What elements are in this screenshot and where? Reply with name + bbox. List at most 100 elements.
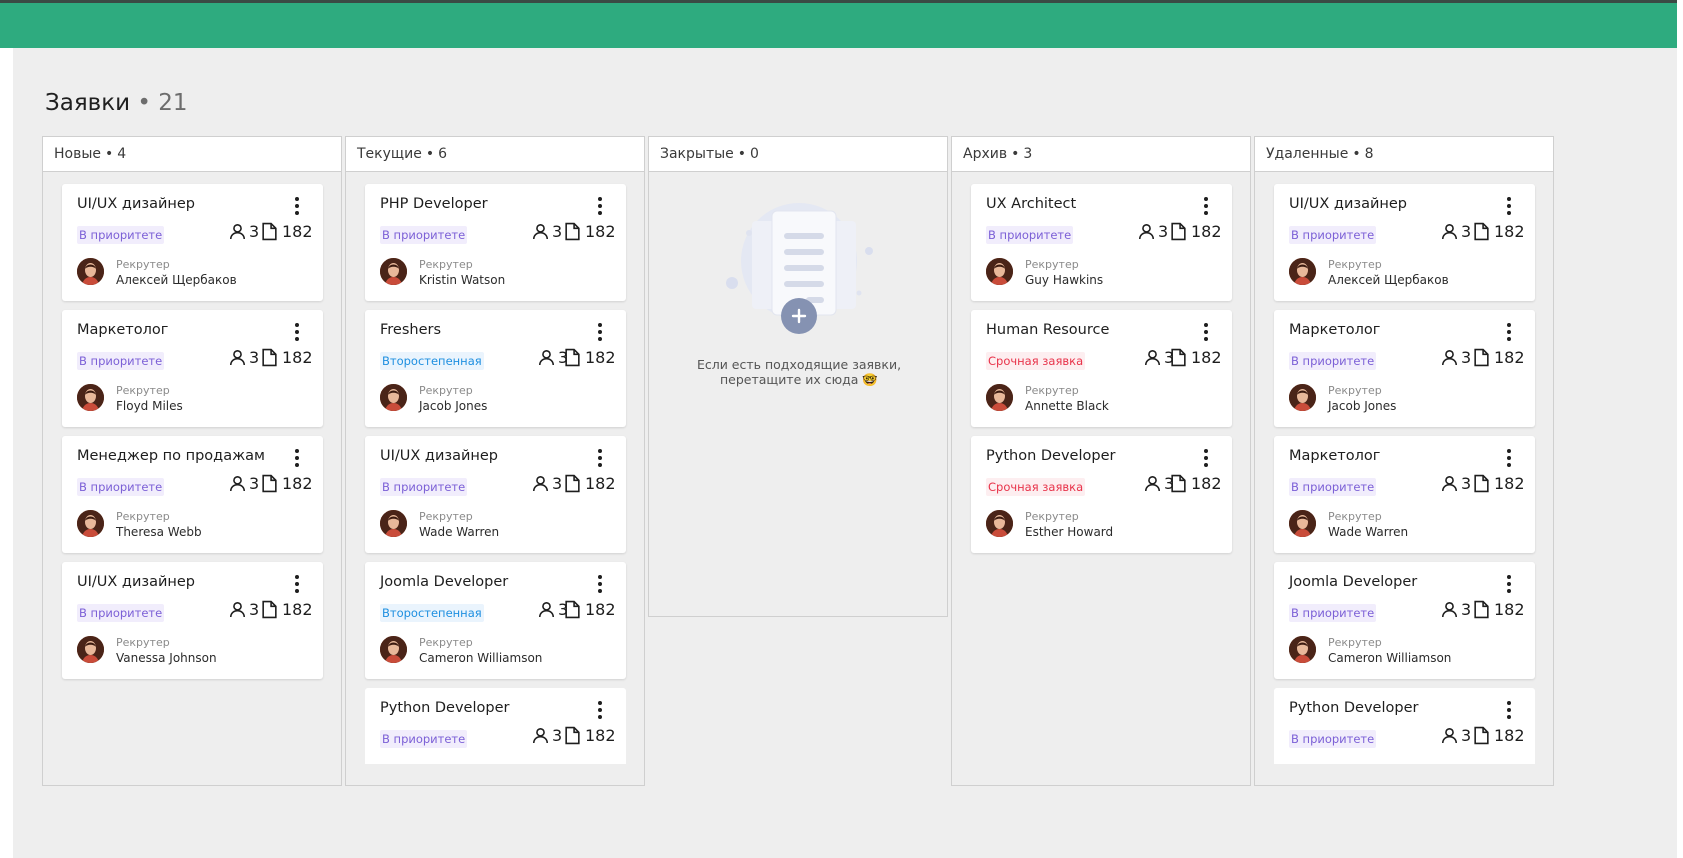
vacancy-card[interactable]: Human Resource Срочная заявка 3 182 Рекрутер… <box>971 310 1232 427</box>
column-count: 8 <box>1364 146 1374 162</box>
candidates-count: 3 <box>228 348 259 367</box>
document-icon <box>564 222 585 241</box>
person-icon <box>228 600 249 619</box>
column-count: 0 <box>750 146 759 162</box>
candidates-count: 3 <box>531 222 562 241</box>
more-vertical-icon[interactable] <box>594 700 606 720</box>
resumes-count: 182 <box>564 474 616 493</box>
document-icon <box>1170 348 1191 367</box>
resumes-count: 182 <box>1170 222 1222 241</box>
total-count: 21 <box>158 90 188 116</box>
card-title: Freshers <box>380 322 442 338</box>
recruiter-avatar <box>986 384 1013 411</box>
recruiter-label: Рекрутер <box>116 510 170 523</box>
vacancy-card[interactable]: Freshers Второстепенная 3 182 Рекрутер Jacob … <box>365 310 626 427</box>
card-title: Joomla Developer <box>1289 574 1418 590</box>
candidates-value: 3 <box>1461 726 1472 745</box>
person-icon <box>1143 474 1164 493</box>
document-icon <box>564 348 585 367</box>
document-icon <box>261 600 282 619</box>
priority-tag: В приоритете <box>380 226 468 244</box>
resumes-count: 182 <box>261 222 313 241</box>
more-vertical-icon[interactable] <box>1503 196 1515 216</box>
recruiter-avatar <box>986 510 1013 537</box>
more-vertical-icon[interactable] <box>594 574 606 594</box>
more-vertical-icon[interactable] <box>1503 700 1515 720</box>
more-vertical-icon[interactable] <box>1200 448 1212 468</box>
column-header: Архив • 3 <box>952 137 1250 172</box>
more-vertical-icon[interactable] <box>594 448 606 468</box>
resumes-count: 182 <box>1170 474 1222 493</box>
plus-icon <box>791 308 807 324</box>
vacancy-card[interactable]: Маркетолог В приоритете 3 182 Рекрутер Jacob … <box>1274 310 1535 427</box>
more-vertical-icon[interactable] <box>1503 574 1515 594</box>
recruiter-avatar <box>77 636 104 663</box>
document-icon <box>1473 222 1494 241</box>
resumes-value: 182 <box>585 600 616 619</box>
document-icon <box>1170 222 1191 241</box>
more-vertical-icon[interactable] <box>291 196 303 216</box>
column-3[interactable]: Архив • 3 UX Architect В приоритете 3 182 Рекру… <box>951 136 1251 786</box>
vacancy-card[interactable]: Маркетолог В приоритете 3 182 Рекрутер Floyd … <box>62 310 323 427</box>
column-header: Новые • 4 <box>43 137 341 172</box>
candidates-count: 3 <box>1440 222 1471 241</box>
candidates-value: 3 <box>249 600 260 619</box>
more-vertical-icon[interactable] <box>291 574 303 594</box>
column-0[interactable]: Новые • 4 UI/UX дизайнер В приоритете 3 182 Рек… <box>42 136 342 786</box>
more-vertical-icon[interactable] <box>1200 322 1212 342</box>
column-2[interactable]: Закрытые • 0 Если есть подходящие заявки, пе… <box>648 136 948 617</box>
recruiter-name: Jacob Jones <box>419 399 488 413</box>
resumes-value: 182 <box>585 474 616 493</box>
more-vertical-icon[interactable] <box>291 448 303 468</box>
recruiter-label: Рекрутер <box>419 384 473 397</box>
document-icon <box>1473 348 1494 367</box>
vacancy-card[interactable]: Python Developer В приоритете 3 182 <box>365 688 626 764</box>
vacancy-card[interactable]: Python Developer В приоритете 3 182 <box>1274 688 1535 764</box>
vacancy-card[interactable]: UI/UX дизайнер В приоритете 3 182 Рекрутер Va… <box>62 562 323 679</box>
column-title: Архив <box>963 146 1008 162</box>
priority-tag: В приоритете <box>77 352 165 370</box>
recruiter-label: Рекрутер <box>419 636 473 649</box>
vacancy-card[interactable]: UX Architect В приоритете 3 182 Рекрутер Guy … <box>971 184 1232 301</box>
document-icon <box>564 726 585 745</box>
vacancy-card[interactable]: UI/UX дизайнер В приоритете 3 182 Рекрутер Ал… <box>62 184 323 301</box>
vacancy-card[interactable]: Joomla Developer Второстепенная 3 182 Рекрут… <box>365 562 626 679</box>
vacancy-card[interactable]: Python Developer Срочная заявка 3 182 Рекрут… <box>971 436 1232 553</box>
candidates-count: 3 <box>531 726 562 745</box>
more-vertical-icon[interactable] <box>1200 196 1212 216</box>
more-vertical-icon[interactable] <box>291 322 303 342</box>
more-vertical-icon[interactable] <box>594 322 606 342</box>
column-4[interactable]: Удаленные • 8 UI/UX дизайнер В приоритете 3 18… <box>1254 136 1554 786</box>
recruiter-name: Алексей Щербаков <box>1328 273 1449 287</box>
priority-tag: В приоритете <box>1289 604 1377 622</box>
candidates-value: 3 <box>249 474 260 493</box>
candidates-count: 3 <box>228 600 259 619</box>
vacancy-card[interactable]: UI/UX дизайнер В приоритете 3 182 Рекрутер Wa… <box>365 436 626 553</box>
column-count: 3 <box>1023 146 1033 162</box>
vacancy-card[interactable]: Маркетолог В приоритете 3 182 Рекрутер Wade W… <box>1274 436 1535 553</box>
priority-tag: Второстепенная <box>380 604 484 622</box>
more-vertical-icon[interactable] <box>1503 322 1515 342</box>
document-icon <box>1170 474 1191 493</box>
vacancy-card[interactable]: Joomla Developer В приоритете 3 182 Рекрутер… <box>1274 562 1535 679</box>
more-vertical-icon[interactable] <box>594 196 606 216</box>
column-header: Закрытые • 0 <box>649 137 947 172</box>
resumes-value: 182 <box>282 348 313 367</box>
column-1[interactable]: Текущие • 6 PHP Developer В приоритете 3 182 Ре… <box>345 136 645 786</box>
recruiter-name: Wade Warren <box>419 525 500 539</box>
recruiter-label: Рекрутер <box>1328 258 1382 271</box>
person-icon <box>228 474 249 493</box>
vacancy-card[interactable]: Менеджер по продажам В приоритете 3 182 Рекр… <box>62 436 323 553</box>
vacancy-card[interactable]: UI/UX дизайнер В приоритете 3 182 Рекрутер Ал… <box>1274 184 1535 301</box>
priority-tag: В приоритете <box>1289 478 1377 496</box>
resumes-count: 182 <box>261 600 313 619</box>
add-button[interactable] <box>781 298 817 334</box>
column-title: Удаленные <box>1266 146 1349 162</box>
priority-tag: Срочная заявка <box>986 478 1086 496</box>
recruiter-label: Рекрутер <box>1328 636 1382 649</box>
recruiter-avatar <box>1289 636 1316 663</box>
empty-hint-line1: Если есть подходящие заявки, <box>696 357 902 372</box>
more-vertical-icon[interactable] <box>1503 448 1515 468</box>
vacancy-card[interactable]: PHP Developer В приоритете 3 182 Рекрутер Kri… <box>365 184 626 301</box>
person-icon <box>228 222 249 241</box>
